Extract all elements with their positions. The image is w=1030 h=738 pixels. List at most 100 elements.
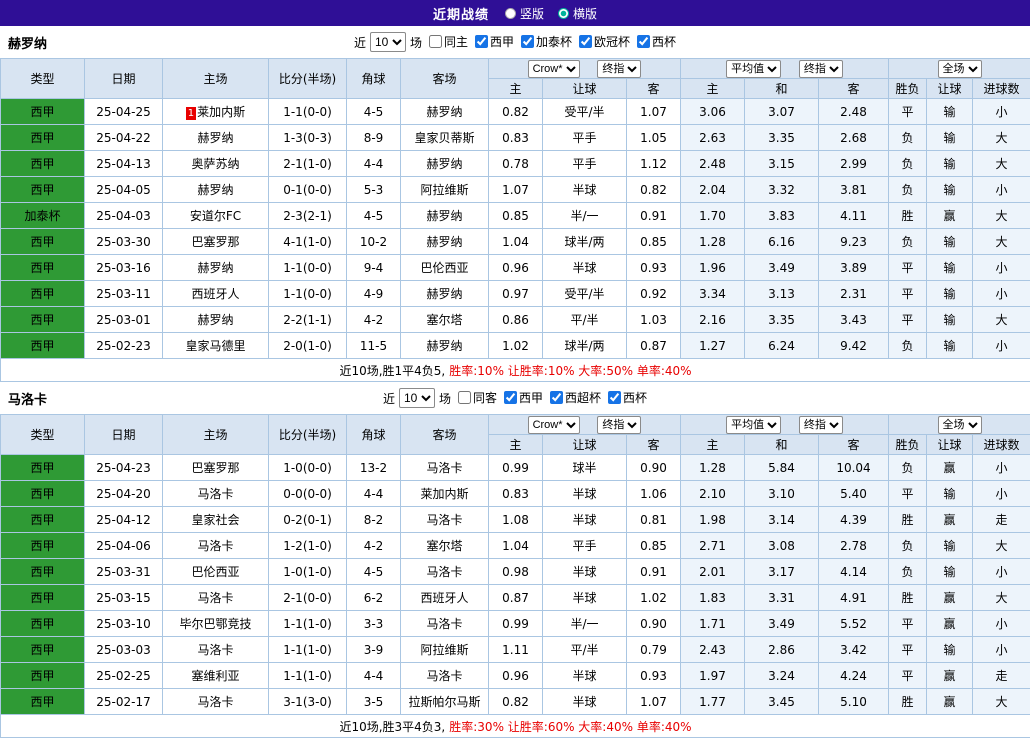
checkbox-input[interactable] xyxy=(637,35,650,48)
avg-source-select[interactable]: 平均值 xyxy=(726,416,781,434)
scope-select[interactable]: 全场 xyxy=(938,416,982,434)
result-goals: 小 xyxy=(973,455,1030,481)
match-row: 西甲25-03-16赫罗纳1-1(0-0)9-4巴伦西亚0.96半球0.931.… xyxy=(1,255,1030,281)
match-row: 西甲25-03-31巴伦西亚1-0(1-0)4-5马洛卡0.98半球0.912.… xyxy=(1,559,1030,585)
checkbox-input[interactable] xyxy=(608,391,621,404)
date-cell: 25-03-31 xyxy=(85,559,163,585)
corner-cell: 4-5 xyxy=(347,203,401,229)
matches-table: 类型 日期 主场 比分(半场) 角球 客场 Crow* 终指 平均值 终指 xyxy=(0,58,1030,382)
date-cell: 25-04-05 xyxy=(85,177,163,203)
filter-checkbox[interactable]: 西超杯 xyxy=(550,389,601,406)
result-handicap: 输 xyxy=(927,533,973,559)
home-team: 马洛卡 xyxy=(163,533,269,559)
layout-option-vertical[interactable]: 竖版 xyxy=(505,5,544,22)
odds-source-select[interactable]: Crow* xyxy=(528,60,580,78)
league-cell: 西甲 xyxy=(1,585,85,611)
avg-home: 1.96 xyxy=(681,255,745,281)
result-handicap: 输 xyxy=(927,125,973,151)
odds-home: 0.78 xyxy=(489,151,543,177)
home-team: 巴塞罗那 xyxy=(163,229,269,255)
result-handicap: 输 xyxy=(927,307,973,333)
date-cell: 25-04-20 xyxy=(85,481,163,507)
recent-results-page: 近期战绩 竖版 横版 赫罗纳 近 10 场 同主西甲加泰杯欧冠杯西杯 xyxy=(0,0,1030,738)
avg-home: 2.63 xyxy=(681,125,745,151)
odds-away: 0.93 xyxy=(627,663,681,689)
odds-handicap: 平手 xyxy=(543,533,627,559)
filter-checkbox[interactable]: 西甲 xyxy=(504,389,543,406)
avg-home: 2.04 xyxy=(681,177,745,203)
checkbox-input[interactable] xyxy=(429,35,442,48)
team-section: 赫罗纳 近 10 场 同主西甲加泰杯欧冠杯西杯 类型 日 xyxy=(0,26,1030,382)
result-outcome: 平 xyxy=(889,481,927,507)
odds-time-select[interactable]: 终指 xyxy=(597,60,641,78)
recent-count-select[interactable]: 10 xyxy=(399,388,435,408)
result-handicap: 输 xyxy=(927,333,973,359)
corner-cell: 6-2 xyxy=(347,585,401,611)
odds-home: 0.82 xyxy=(489,689,543,715)
result-outcome: 负 xyxy=(889,151,927,177)
odds-handicap: 半/一 xyxy=(543,611,627,637)
match-row: 西甲25-04-251莱加内斯1-1(0-0)4-5赫罗纳0.82受平/半1.0… xyxy=(1,99,1030,125)
team-name: 赫罗纳 xyxy=(8,26,47,58)
corner-cell: 4-5 xyxy=(347,559,401,585)
recent-count-select[interactable]: 10 xyxy=(370,32,406,52)
layout-option-horizontal[interactable]: 横版 xyxy=(558,5,597,22)
odds-away: 1.05 xyxy=(627,125,681,151)
odds-away: 0.91 xyxy=(627,559,681,585)
avg-draw: 3.32 xyxy=(745,177,819,203)
away-team: 拉斯帕尔马斯 xyxy=(401,689,489,715)
odds-time-select[interactable]: 终指 xyxy=(597,416,641,434)
filter-checkbox[interactable]: 西杯 xyxy=(637,33,676,50)
odds-home: 0.82 xyxy=(489,99,543,125)
checkbox-input[interactable] xyxy=(550,391,563,404)
filter-checkbox[interactable]: 加泰杯 xyxy=(521,33,572,50)
avg-time-select[interactable]: 终指 xyxy=(799,60,843,78)
score-cell: 1-1(1-0) xyxy=(269,637,347,663)
date-cell: 25-04-13 xyxy=(85,151,163,177)
odds-source-select[interactable]: Crow* xyxy=(528,416,580,434)
league-cell: 西甲 xyxy=(1,611,85,637)
date-cell: 25-04-12 xyxy=(85,507,163,533)
away-team: 莱加内斯 xyxy=(401,481,489,507)
avg-away: 4.24 xyxy=(819,663,889,689)
avg-source-select[interactable]: 平均值 xyxy=(726,60,781,78)
filter-checkbox[interactable]: 同主 xyxy=(429,33,468,50)
section-header-band: 赫罗纳 近 10 场 同主西甲加泰杯欧冠杯西杯 xyxy=(0,26,1030,58)
score-cell: 2-3(2-1) xyxy=(269,203,347,229)
checkbox-input[interactable] xyxy=(504,391,517,404)
checkbox-input[interactable] xyxy=(458,391,471,404)
corner-cell: 8-9 xyxy=(347,125,401,151)
odds-handicap: 受平/半 xyxy=(543,281,627,307)
avg-home: 2.10 xyxy=(681,481,745,507)
checkbox-input[interactable] xyxy=(521,35,534,48)
checkbox-input[interactable] xyxy=(475,35,488,48)
col-header-handicap-result: 让球 xyxy=(927,79,973,99)
league-cell: 西甲 xyxy=(1,229,85,255)
date-cell: 25-03-15 xyxy=(85,585,163,611)
team-name: 马洛卡 xyxy=(8,382,47,414)
filter-checkbox[interactable]: 同客 xyxy=(458,389,497,406)
away-team: 赫罗纳 xyxy=(401,203,489,229)
col-header-score: 比分(半场) xyxy=(269,59,347,99)
home-team: 马洛卡 xyxy=(163,689,269,715)
home-team: 巴塞罗那 xyxy=(163,455,269,481)
odds-home: 1.11 xyxy=(489,637,543,663)
scope-select[interactable]: 全场 xyxy=(938,60,982,78)
avg-group-header: 平均值 终指 xyxy=(681,415,889,435)
result-outcome: 平 xyxy=(889,255,927,281)
filter-checkbox[interactable]: 欧冠杯 xyxy=(579,33,630,50)
avg-draw: 3.07 xyxy=(745,99,819,125)
col-header-goals-result: 进球数 xyxy=(973,435,1030,455)
checkbox-input[interactable] xyxy=(579,35,592,48)
filter-checkbox[interactable]: 西甲 xyxy=(475,33,514,50)
filter-checkbox[interactable]: 西杯 xyxy=(608,389,647,406)
avg-time-select[interactable]: 终指 xyxy=(799,416,843,434)
result-goals: 大 xyxy=(973,585,1030,611)
avg-draw: 3.24 xyxy=(745,663,819,689)
result-handicap: 赢 xyxy=(927,689,973,715)
result-outcome: 负 xyxy=(889,125,927,151)
home-team: 马洛卡 xyxy=(163,481,269,507)
avg-away: 4.39 xyxy=(819,507,889,533)
score-cell: 3-1(3-0) xyxy=(269,689,347,715)
match-row: 西甲25-04-22赫罗纳1-3(0-3)8-9皇家贝蒂斯0.83平手1.052… xyxy=(1,125,1030,151)
